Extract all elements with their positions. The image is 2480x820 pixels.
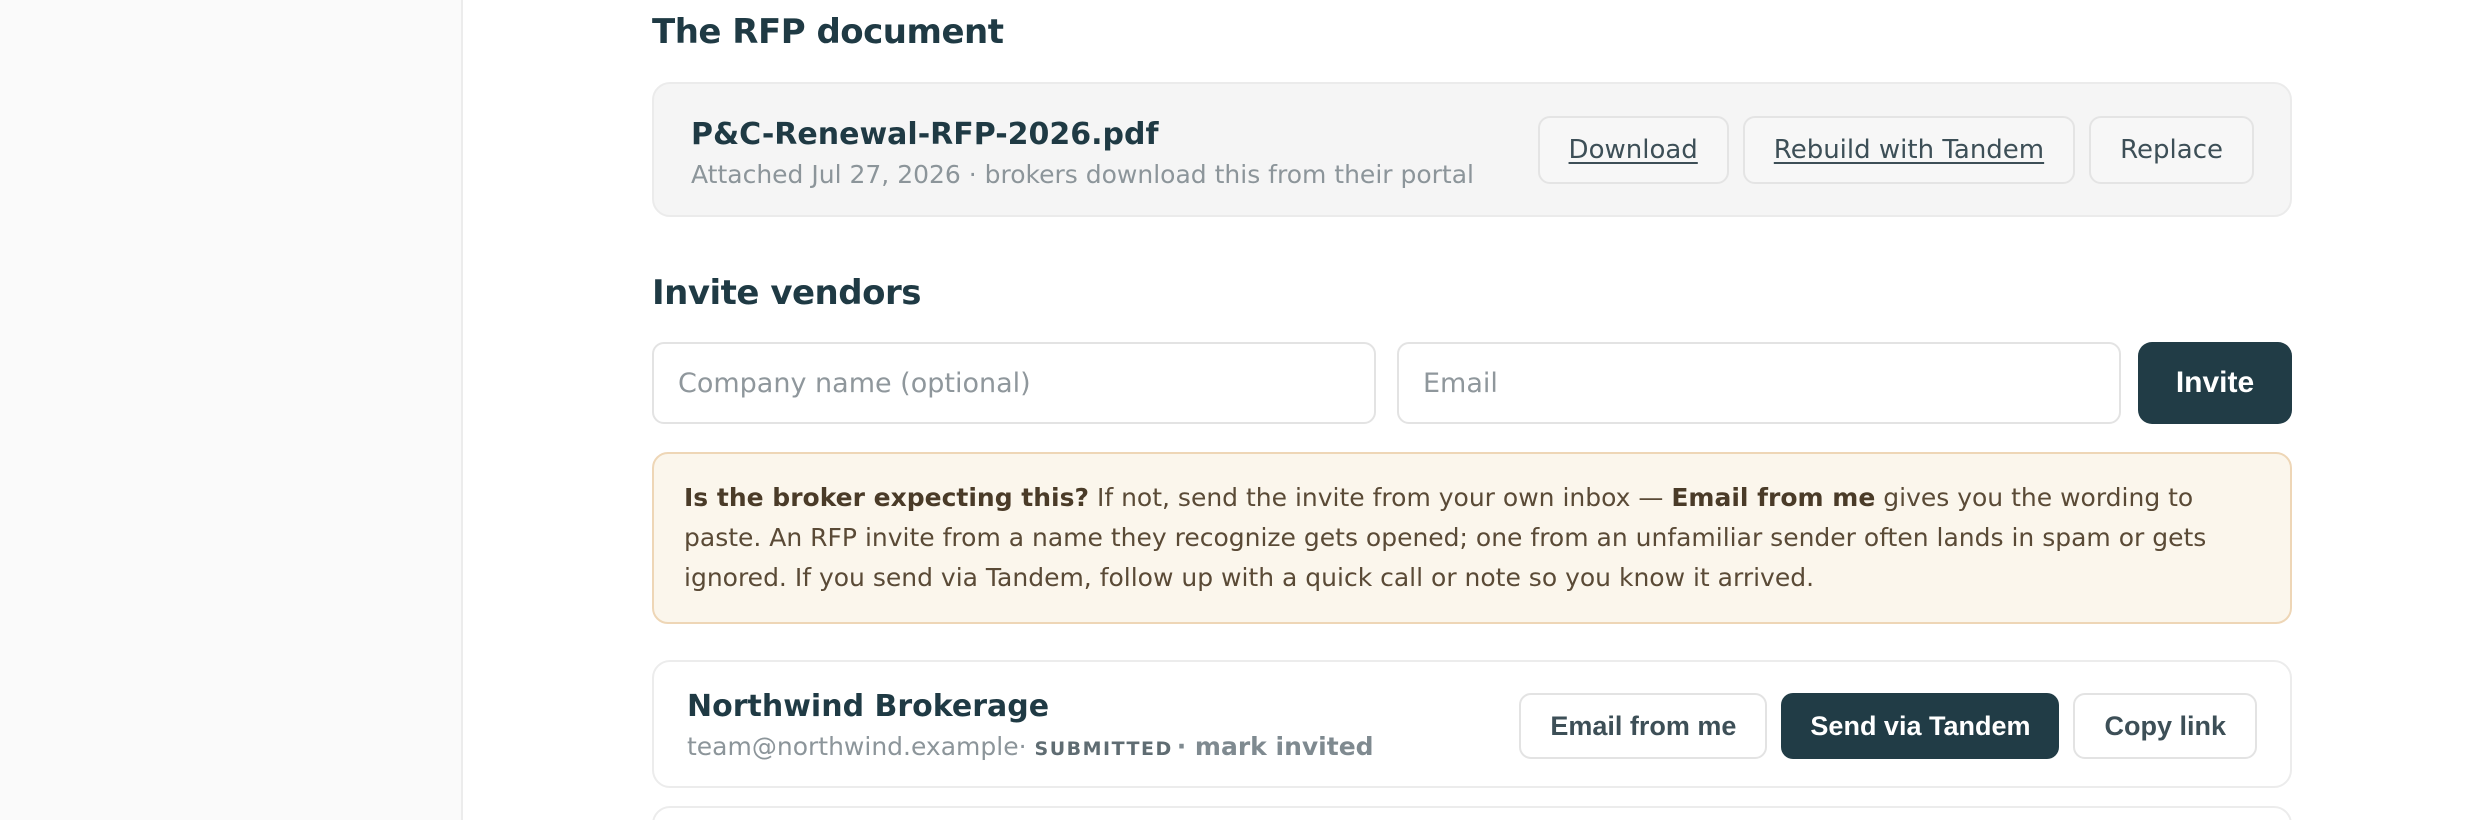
rfp-section-title: The RFP document [652,12,1004,52]
vendor-row-next [652,806,2292,820]
notice-lead: Is the broker expecting this? [684,483,1090,512]
download-button[interactable]: Download [1537,116,1729,184]
email-input[interactable] [1397,342,2121,424]
document-meta: Attached Jul 27, 2026 · brokers download… [691,160,1474,189]
vendor-actions: Email from me Send via Tandem Copy link [1519,693,2257,759]
sidebar [0,0,463,820]
notice-emphasis: Email from me [1671,483,1876,512]
vendor-email: team@northwind.example [687,732,1019,761]
status-badge: SUBMITTED [1034,738,1173,760]
meta-separator: · [1018,732,1027,761]
vendor-meta: team@northwind.example · SUBMITTED · mar… [687,732,1374,761]
copy-link-button[interactable]: Copy link [2073,693,2257,759]
company-name-input[interactable] [652,342,1376,424]
rebuild-with-tandem-button[interactable]: Rebuild with Tandem [1742,116,2076,184]
vendor-row: Northwind Brokerage team@northwind.examp… [652,660,2292,788]
invite-section-title: Invite vendors [652,273,921,313]
broker-notice: Is the broker expecting this? If not, se… [652,452,2292,624]
document-name: P&C-Renewal-RFP-2026.pdf [691,117,1159,152]
mark-invited-link[interactable]: · mark invited [1177,732,1374,761]
replace-button-label: Replace [2120,135,2223,165]
invite-button[interactable]: Invite [2138,342,2292,424]
download-button-label: Download [1568,135,1698,165]
send-via-tandem-button[interactable]: Send via Tandem [1781,693,2060,759]
main-content: The RFP document P&C-Renewal-RFP-2026.pd… [652,0,2292,820]
email-from-me-button[interactable]: Email from me [1519,693,1768,759]
rebuild-button-label: Rebuild with Tandem [1773,135,2045,165]
invite-form: Invite [652,342,2292,424]
vendor-name: Northwind Brokerage [687,689,1050,724]
notice-text-1: If not, send the invite from your own in… [1089,483,1672,512]
replace-button[interactable]: Replace [2089,116,2254,184]
document-actions: Download Rebuild with Tandem Replace [1537,116,2254,184]
rfp-document-card: P&C-Renewal-RFP-2026.pdf Attached Jul 27… [652,82,2292,217]
